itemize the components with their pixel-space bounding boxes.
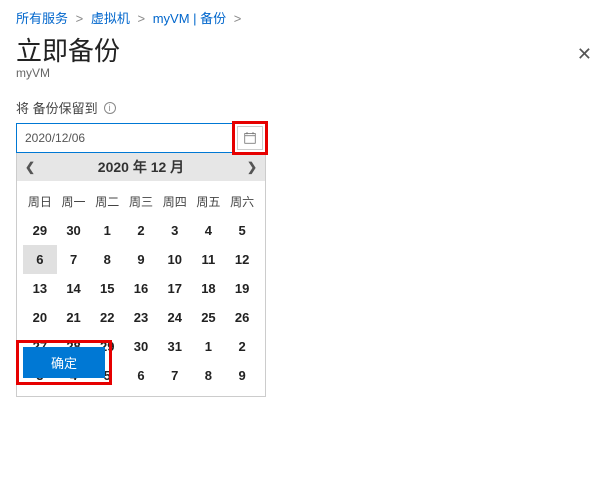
calendar-day[interactable]: 13 <box>23 274 57 303</box>
calendar-icon <box>244 132 256 144</box>
calendar-dow: 周四 <box>158 187 192 216</box>
calendar-month-label[interactable]: 2020 年 12 月 <box>35 157 247 177</box>
calendar-day[interactable]: 2 <box>225 332 259 361</box>
calendar-day[interactable]: 26 <box>225 303 259 332</box>
calendar-dow: 周五 <box>192 187 226 216</box>
crumb-all-services[interactable]: 所有服务 <box>16 11 68 26</box>
calendar-day[interactable]: 30 <box>57 216 91 245</box>
next-month-button[interactable]: ❯ <box>247 160 257 174</box>
retain-until-label: 将 备份保留到 i <box>16 98 596 117</box>
calendar-day[interactable]: 1 <box>90 216 124 245</box>
calendar-day[interactable]: 3 <box>158 216 192 245</box>
calendar-day[interactable]: 17 <box>158 274 192 303</box>
highlight-box: 确定 <box>16 340 112 385</box>
calendar-day[interactable]: 8 <box>90 245 124 274</box>
chevron-right-icon: > <box>76 11 84 26</box>
retain-date-input[interactable] <box>17 124 232 152</box>
calendar-day[interactable]: 9 <box>124 245 158 274</box>
calendar-day[interactable]: 19 <box>225 274 259 303</box>
calendar-day[interactable]: 22 <box>90 303 124 332</box>
calendar-header: ❮ 2020 年 12 月 ❯ <box>17 153 265 181</box>
info-icon[interactable]: i <box>104 102 116 114</box>
prev-month-button[interactable]: ❮ <box>25 160 35 174</box>
calendar-day[interactable]: 15 <box>90 274 124 303</box>
calendar-day[interactable]: 29 <box>23 216 57 245</box>
calendar-day[interactable]: 30 <box>124 332 158 361</box>
calendar-day[interactable]: 6 <box>23 245 57 274</box>
calendar-day[interactable]: 18 <box>192 274 226 303</box>
page-title: 立即备份 <box>16 31 120 68</box>
calendar-day[interactable]: 21 <box>57 303 91 332</box>
calendar-day[interactable]: 8 <box>192 361 226 390</box>
calendar-dow: 周一 <box>57 187 91 216</box>
calendar-day[interactable]: 9 <box>225 361 259 390</box>
chevron-right-icon: > <box>138 11 146 26</box>
calendar-day[interactable]: 5 <box>225 216 259 245</box>
chevron-right-icon: > <box>234 11 242 26</box>
ok-button[interactable]: 确定 <box>23 347 105 378</box>
calendar-day[interactable]: 31 <box>158 332 192 361</box>
calendar-day[interactable]: 14 <box>57 274 91 303</box>
calendar-day[interactable]: 6 <box>124 361 158 390</box>
breadcrumb: 所有服务 > 虚拟机 > myVM | 备份 > <box>16 0 596 29</box>
calendar-day[interactable]: 24 <box>158 303 192 332</box>
calendar-dow: 周三 <box>124 187 158 216</box>
date-input-group <box>16 123 266 153</box>
calendar-day[interactable]: 11 <box>192 245 226 274</box>
crumb-vm-backup[interactable]: myVM | 备份 <box>153 11 226 26</box>
calendar-day[interactable]: 4 <box>192 216 226 245</box>
calendar-dow: 周二 <box>90 187 124 216</box>
highlight-box <box>232 121 268 155</box>
calendar-dow: 周六 <box>225 187 259 216</box>
calendar-day[interactable]: 23 <box>124 303 158 332</box>
calendar-day[interactable]: 12 <box>225 245 259 274</box>
calendar-button[interactable] <box>237 126 263 150</box>
calendar-day[interactable]: 16 <box>124 274 158 303</box>
calendar-day[interactable]: 20 <box>23 303 57 332</box>
calendar-day[interactable]: 7 <box>158 361 192 390</box>
crumb-virtual-machines[interactable]: 虚拟机 <box>91 11 130 26</box>
calendar-day[interactable]: 1 <box>192 332 226 361</box>
field-label-text: 将 备份保留到 <box>16 98 98 117</box>
calendar-day[interactable]: 2 <box>124 216 158 245</box>
calendar-day[interactable]: 25 <box>192 303 226 332</box>
close-icon[interactable]: ✕ <box>573 40 596 69</box>
calendar-dow: 周日 <box>23 187 57 216</box>
calendar-day[interactable]: 10 <box>158 245 192 274</box>
page-subtitle: myVM <box>16 66 120 80</box>
calendar-day[interactable]: 7 <box>57 245 91 274</box>
